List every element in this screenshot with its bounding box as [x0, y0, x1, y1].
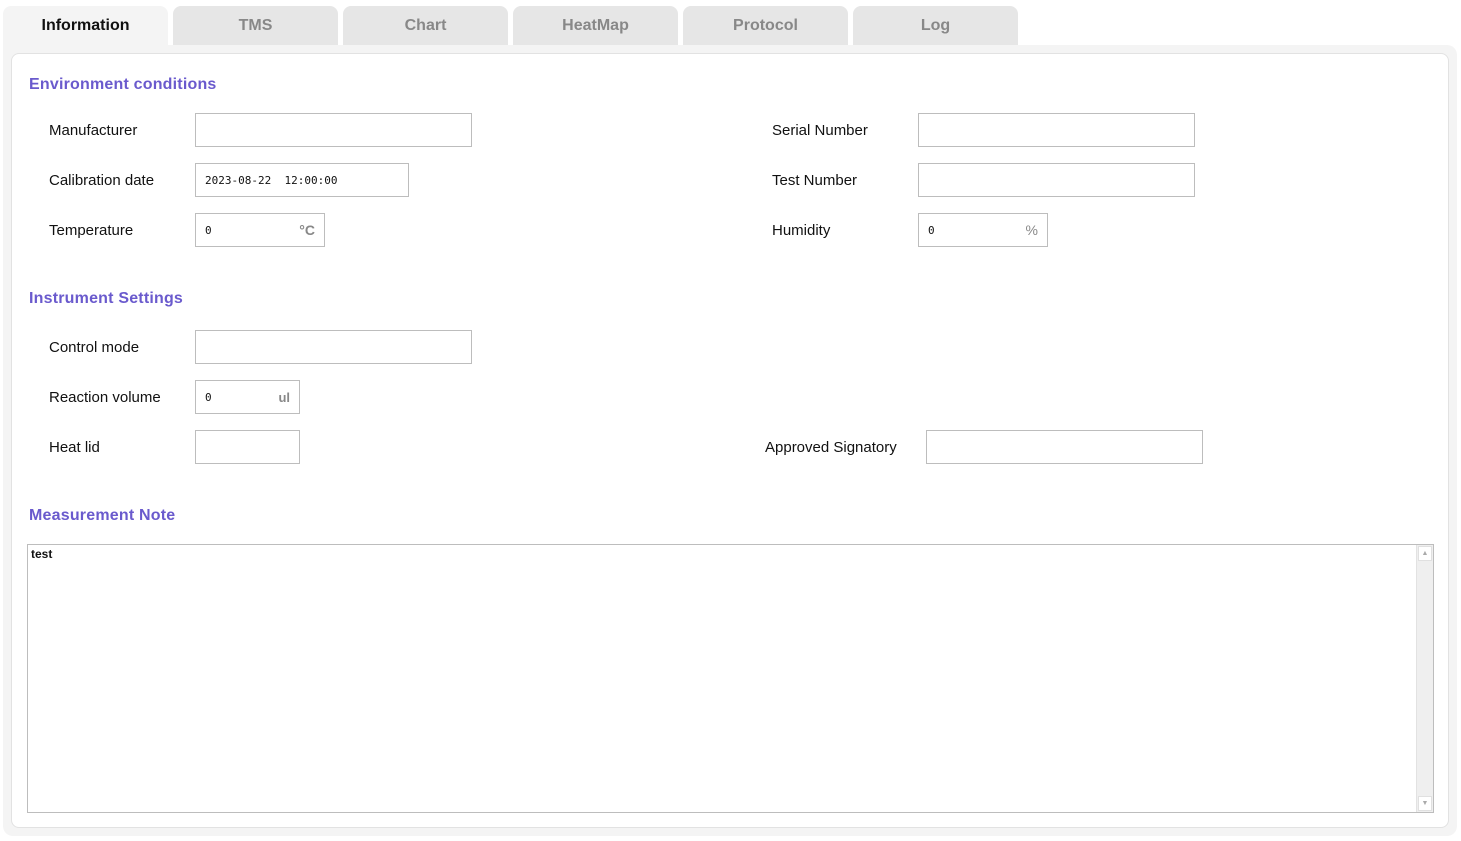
tab-tms[interactable]: TMS	[173, 6, 338, 45]
temperature-input[interactable]: 0 °C	[195, 213, 325, 247]
heat-lid-label: Heat lid	[49, 439, 100, 456]
scroll-up-icon: ▲	[1421, 550, 1429, 557]
note-scrollbar[interactable]: ▲ ▼	[1416, 545, 1433, 812]
tab-content-frame: Environment conditions Manufacturer Cali…	[3, 45, 1457, 836]
control-mode-label: Control mode	[49, 339, 140, 356]
manufacturer-label: Manufacturer	[49, 122, 138, 139]
reaction-volume-label: Reaction volume	[49, 389, 161, 406]
humidity-label: Humidity	[772, 222, 831, 239]
control-mode-input[interactable]	[195, 330, 472, 364]
scroll-down-button[interactable]: ▼	[1418, 796, 1432, 811]
information-panel: Environment conditions Manufacturer Cali…	[11, 53, 1449, 828]
humidity-unit: %	[1025, 222, 1038, 238]
tab-label: Information	[41, 17, 130, 34]
tab-label: HeatMap	[562, 16, 629, 34]
scroll-up-button[interactable]: ▲	[1418, 546, 1432, 561]
calibration-date-label: Calibration date	[49, 172, 155, 189]
tab-protocol[interactable]: Protocol	[683, 6, 848, 45]
tab-information[interactable]: Information	[3, 6, 168, 46]
humidity-input[interactable]: 0 %	[918, 213, 1048, 247]
tab-label: Log	[920, 16, 951, 34]
instrument-section-title: Instrument Settings	[29, 290, 184, 307]
approved-signatory-label: Approved Signatory	[765, 439, 897, 456]
calibration-date-value: 2023-08-22 12:00:00	[205, 173, 338, 187]
reaction-volume-unit: ul	[278, 389, 290, 405]
measurement-note-text: test	[31, 547, 53, 561]
serial-number-input[interactable]	[918, 113, 1195, 147]
calibration-date-input[interactable]: 2023-08-22 12:00:00	[195, 163, 409, 197]
reaction-volume-value: 0	[205, 390, 212, 404]
manufacturer-input[interactable]	[195, 113, 472, 147]
reaction-volume-input[interactable]: 0 ul	[195, 380, 300, 414]
heat-lid-input[interactable]	[195, 430, 300, 464]
scroll-down-icon: ▼	[1421, 800, 1429, 807]
tab-label: Chart	[404, 16, 447, 34]
environment-section-title: Environment conditions	[29, 76, 217, 93]
tab-label: Protocol	[733, 16, 798, 34]
temperature-value: 0	[205, 223, 212, 237]
serial-number-label: Serial Number	[772, 122, 868, 139]
measurement-note-title: Measurement Note	[29, 507, 176, 524]
test-number-label: Test Number	[772, 172, 858, 189]
temperature-unit: °C	[299, 222, 315, 238]
measurement-note-textarea[interactable]: test ▲ ▼	[27, 544, 1434, 813]
approved-signatory-input[interactable]	[926, 430, 1203, 464]
test-number-input[interactable]	[918, 163, 1195, 197]
tab-log[interactable]: Log	[853, 6, 1018, 45]
humidity-value: 0	[928, 223, 935, 237]
temperature-label: Temperature	[49, 222, 134, 239]
tab-label: TMS	[238, 16, 273, 34]
tab-chart[interactable]: Chart	[343, 6, 508, 45]
tab-heatmap[interactable]: HeatMap	[513, 6, 678, 45]
